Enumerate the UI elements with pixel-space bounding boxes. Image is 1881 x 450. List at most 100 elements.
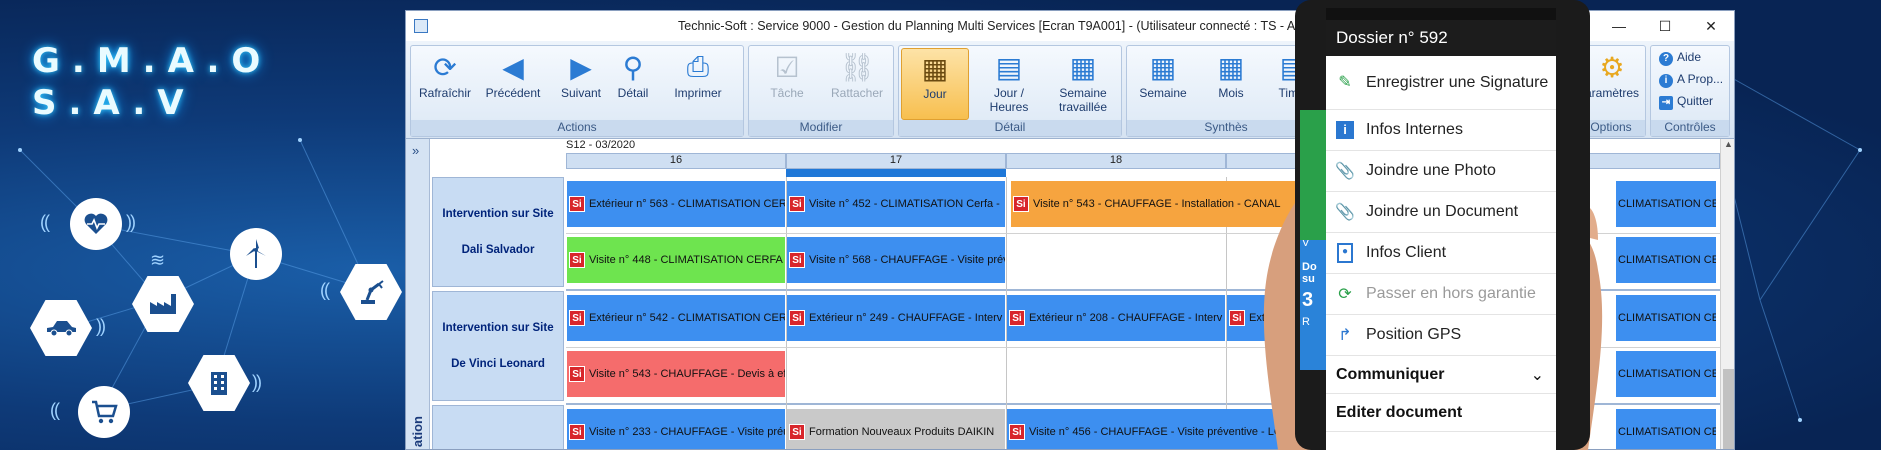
group-vertical-label: ation — [410, 415, 425, 447]
exit-icon: ⇥ — [1659, 96, 1673, 110]
month-view-button[interactable]: ▦ Mois — [1197, 48, 1265, 120]
si-badge-icon: Si — [789, 424, 805, 440]
app-icon — [414, 19, 428, 33]
menu-item-hors-garantie[interactable]: ⟳ Passer en hors garantie — [1326, 274, 1556, 315]
task-button[interactable]: ☑ Tâche — [753, 48, 821, 120]
printer-icon: ⎙ — [686, 50, 710, 82]
chevron-down-icon: ⌄ — [1530, 366, 1544, 384]
event-block[interactable]: Si Formation Nouveaux Produits DAIKIN — [787, 409, 1005, 449]
signal-waves-icon: (( — [320, 280, 330, 300]
edit-icon: ✎ — [1338, 73, 1352, 91]
info-icon: i — [1659, 74, 1673, 88]
si-badge-icon: Si — [789, 196, 805, 212]
wind-turbine-icon — [230, 228, 282, 280]
event-block[interactable]: Si Visite n° 543 - CHAUFFAGE - Devis à ef… — [567, 351, 785, 397]
resource-row-header[interactable] — [432, 405, 564, 449]
work-week-view-button[interactable]: ▦ Semaine travaillée — [1045, 48, 1121, 120]
maximize-button[interactable]: ☐ — [1642, 11, 1688, 41]
phone-context-menu: Dossier n° 592 ✎ Enregistrer une Signatu… — [1326, 20, 1556, 450]
expand-chevron-icon[interactable]: » — [412, 143, 419, 158]
si-badge-icon: Si — [569, 366, 585, 382]
minimize-button[interactable]: — — [1596, 11, 1642, 41]
wifi-icon: ≋ — [150, 250, 165, 270]
si-badge-icon: Si — [789, 310, 805, 326]
signal-waves-icon: )) — [252, 372, 262, 392]
turn-arrow-icon: ↱ — [1338, 327, 1352, 344]
calendar-week-icon: ▦ — [1069, 51, 1097, 83]
menu-item-infos-client[interactable]: ● Infos Client — [1326, 233, 1556, 274]
previous-button[interactable]: ◀ Précédent — [479, 48, 547, 120]
vertical-scrollbar[interactable]: ▲ — [1720, 139, 1734, 449]
info-icon: i — [1334, 119, 1356, 141]
event-block[interactable]: Si Extérieur n° 563 - CLIMATISATION CERF — [567, 181, 785, 227]
shopping-cart-icon — [78, 386, 130, 438]
banner-background: G.M.A.O S.A.V (( )) ≋ (( )) )) (( Techni… — [0, 0, 1881, 450]
detail-button[interactable]: ⚲ Détail — [607, 48, 659, 120]
group-label-controles: Contrôles — [1651, 120, 1729, 136]
event-block[interactable]: Si Extérieur n° 208 - CHAUFFAGE - Interv — [1007, 295, 1225, 341]
refresh-icon: ⟳ — [1338, 286, 1352, 303]
resource-panel-toggle[interactable]: » ation — [406, 139, 430, 449]
event-block[interactable]: Si Visite n° 233 - CHAUFFAGE - Visite pré… — [567, 409, 785, 449]
next-button[interactable]: ▶ Suivant — [547, 48, 615, 120]
arrow-right-icon: ▶ — [570, 51, 592, 83]
event-block[interactable]: Si Extérieur n° 542 - CLIMATISATION CERF — [567, 295, 785, 341]
resource-row-header[interactable]: Intervention sur Site Dali Salvador — [432, 177, 564, 287]
scrollbar-thumb[interactable] — [1723, 369, 1734, 449]
ribbon-group-actions: ⟳ Rafraîchir ◀ Précédent ▶ Suivant ⚲ Dét… — [410, 45, 744, 137]
about-button[interactable]: iA Prop... — [1659, 72, 1723, 88]
event-block[interactable]: Si Visite n° 452 - CLIMATISATION Cerfa - — [787, 181, 1005, 227]
si-badge-icon: Si — [1009, 424, 1025, 440]
calendar-day-icon: ▦ — [921, 52, 949, 84]
week-view-button[interactable]: ▦ Semaine — [1129, 48, 1197, 120]
event-block[interactable]: Si Extérieur n° 249 - CHAUFFAGE - Interv — [787, 295, 1005, 341]
menu-item-position-gps[interactable]: ↱ Position GPS — [1326, 315, 1556, 356]
print-button[interactable]: ⎙ Imprimer — [663, 48, 733, 120]
menu-item-joindre-document[interactable]: 📎 Joindre un Document — [1326, 192, 1556, 233]
ribbon-group-detail: ▦ Jour ▤ Jour / Heures ▦ Semaine travail… — [898, 45, 1122, 137]
paperclip-icon: 📎 — [1335, 204, 1355, 221]
dossier-header: Dossier n° 592 — [1326, 20, 1556, 56]
paperclip-icon: 📎 — [1335, 163, 1355, 180]
group-label-modifier: Modifier — [749, 120, 893, 136]
si-badge-icon: Si — [569, 196, 585, 212]
arrow-left-icon: ◀ — [502, 51, 524, 83]
day-header-18[interactable]: 18 — [1006, 153, 1226, 169]
signal-waves-icon: (( — [40, 212, 50, 232]
help-button[interactable]: ? Aide — [1659, 50, 1701, 66]
close-button[interactable]: ✕ — [1688, 11, 1734, 41]
checkbox-icon: ☑ — [774, 51, 800, 83]
calendar-month-icon: ▦ — [1217, 51, 1245, 83]
menu-section-communiquer[interactable]: Communiquer ⌄ — [1326, 356, 1556, 394]
refresh-button[interactable]: ⟳ Rafraîchir — [411, 48, 479, 120]
window-title: Technic-Soft : Service 9000 - Gestion du… — [678, 19, 1328, 33]
group-label-detail: Détail — [899, 120, 1121, 136]
logo-line2: S.A.V — [32, 83, 196, 123]
logo-line1: G.M.A.O — [32, 41, 273, 81]
menu-item-infos-internes[interactable]: i Infos Internes — [1326, 110, 1556, 151]
resource-row-header[interactable]: Intervention sur Site De Vinci Leonard — [432, 291, 564, 401]
day-header-17[interactable]: 17 — [786, 153, 1006, 169]
refresh-icon: ⟳ — [433, 51, 457, 83]
scroll-up-icon[interactable]: ▲ — [1721, 139, 1734, 149]
event-block[interactable]: Si Visite n° 448 - CLIMATISATION CERFA - — [567, 237, 785, 283]
ribbon-group-controles: ? Aide iA Prop... ⇥ Quitter Contrôles — [1650, 45, 1730, 137]
attach-button[interactable]: ⛓ Rattacher — [823, 48, 891, 120]
signal-waves-icon: (( — [50, 400, 60, 420]
event-block[interactable]: Si Visite n° 568 - CHAUFFAGE - Visite pré… — [787, 237, 1005, 283]
day-header-16[interactable]: 16 — [566, 153, 786, 169]
ribbon-group-modifier: ☑ Tâche ⛓ Rattacher Modifier — [748, 45, 894, 137]
si-badge-icon: Si — [1013, 196, 1029, 212]
quit-button[interactable]: ⇥ Quitter — [1659, 94, 1713, 110]
background-app-strip: Do pr 5 Te C E V Do su 3 R — [1300, 110, 1326, 370]
calendar-week-icon: ▦ — [1149, 51, 1177, 83]
menu-section-editer-document[interactable]: Editer document — [1326, 394, 1556, 432]
calendar-hours-icon: ▤ — [995, 51, 1023, 83]
day-hours-view-button[interactable]: ▤ Jour / Heures — [975, 48, 1043, 120]
si-badge-icon: Si — [789, 252, 805, 268]
menu-item-signature[interactable]: ✎ Enregistrer une Signature — [1326, 56, 1556, 110]
contact-card-icon: ● — [1334, 242, 1356, 264]
group-label-actions: Actions — [411, 120, 743, 136]
menu-item-joindre-photo[interactable]: 📎 Joindre une Photo — [1326, 151, 1556, 192]
day-view-button[interactable]: ▦ Jour — [901, 48, 969, 120]
